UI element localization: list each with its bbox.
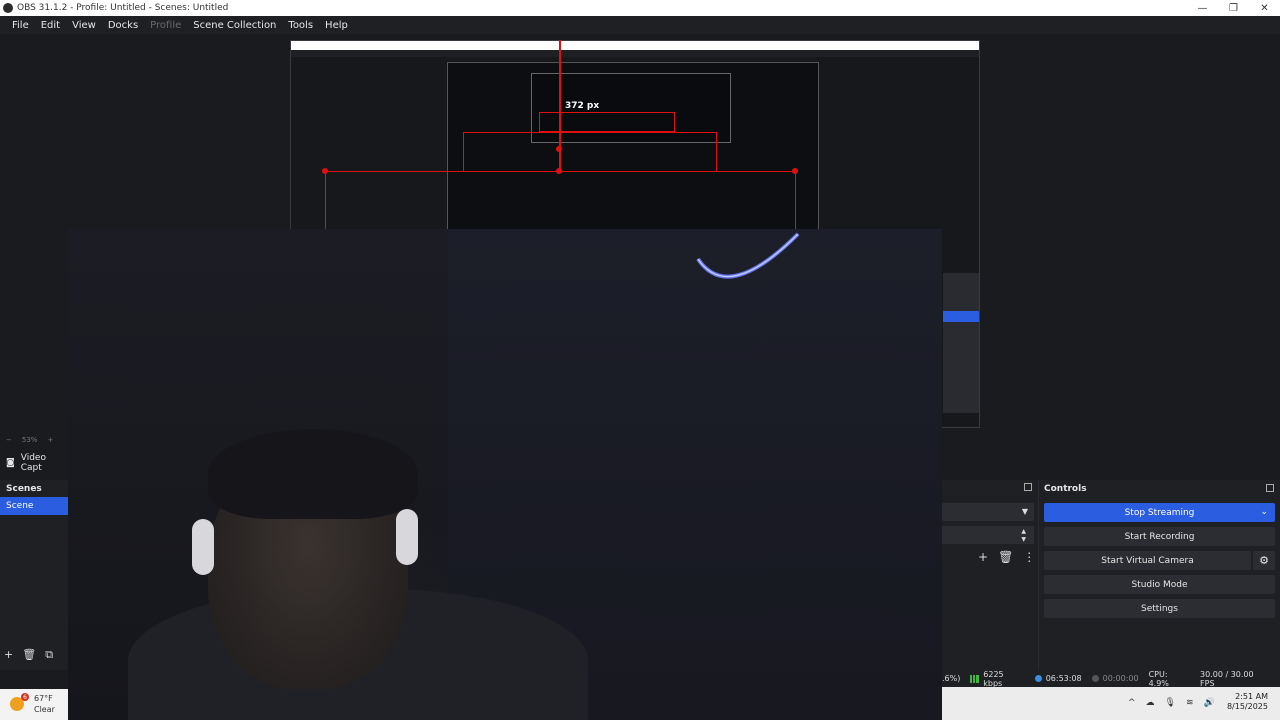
headphone-right xyxy=(396,509,418,565)
selection-handle-left[interactable] xyxy=(322,168,328,174)
scenes-dock-title: Scenes xyxy=(6,483,42,494)
fps-status: 30.00 / 30.00 FPS xyxy=(1200,669,1254,688)
studio-mode-button[interactable]: Studio Mode xyxy=(1044,575,1275,594)
dock-float-icon[interactable] xyxy=(1266,484,1274,492)
filter-icon[interactable]: ⧉ xyxy=(45,648,53,662)
spin-up-icon[interactable]: ▲ xyxy=(1021,528,1026,535)
trash-icon[interactable]: 🗑 xyxy=(22,648,36,662)
nested-side-active xyxy=(943,311,979,322)
mic-icon[interactable]: 🎙 xyxy=(1165,698,1176,708)
window-title: OBS 31.1.2 - Profile: Untitled - Scenes:… xyxy=(17,3,229,13)
stop-streaming-label: Stop Streaming xyxy=(1124,507,1195,518)
neon-light-strip xyxy=(696,232,800,279)
source-item-label: Video Capt xyxy=(20,453,46,473)
menu-scene-collection[interactable]: Scene Collection xyxy=(187,20,282,31)
selection-mid-box xyxy=(463,132,717,172)
controls-dock: Controls Stop Streaming ⌄ Start Recordin… xyxy=(1038,480,1280,670)
trash-icon[interactable]: 🗑 xyxy=(998,550,1013,564)
menu-docks[interactable]: Docks xyxy=(102,20,144,31)
start-virtual-camera-button[interactable]: Start Virtual Camera xyxy=(1044,551,1251,570)
preview-zoom-row: − 53% + xyxy=(0,434,53,446)
selection-handle-top[interactable] xyxy=(556,168,562,174)
minimize-button[interactable]: — xyxy=(1187,0,1218,16)
selection-handle-center[interactable] xyxy=(556,146,562,152)
menu-edit[interactable]: Edit xyxy=(35,20,66,31)
recording-time-status: 00:00:00 xyxy=(1091,674,1139,683)
nested-titlebar xyxy=(291,41,979,50)
menu-bar: File Edit View Docks Profile Scene Colle… xyxy=(0,16,1280,34)
bitrate-status: 6225 kbps xyxy=(970,670,1024,688)
zoom-in-button[interactable]: + xyxy=(47,436,53,444)
wifi-icon[interactable]: ≋ xyxy=(1186,698,1194,708)
obs-logo-icon xyxy=(3,3,13,13)
gear-icon[interactable]: ⚙ xyxy=(1253,551,1275,570)
chevron-up-icon[interactable]: ^ xyxy=(1128,698,1136,708)
menu-file[interactable]: File xyxy=(6,20,35,31)
menu-view[interactable]: View xyxy=(66,20,102,31)
weather-condition: Clear xyxy=(34,705,55,714)
zoom-level: 53% xyxy=(21,436,38,444)
measure-label: 372 px xyxy=(565,101,600,111)
webcam-video-capture[interactable] xyxy=(68,229,942,720)
clock-time: 2:51 AM xyxy=(1235,692,1268,701)
nested-menubar xyxy=(291,50,979,57)
spin-down-icon[interactable]: ▼ xyxy=(1021,536,1026,543)
scenes-dock: Scenes Scene + 🗑 ⧉ xyxy=(0,480,68,670)
nested-side-panel xyxy=(943,273,979,413)
bitrate-value: 6225 kbps xyxy=(983,669,1004,688)
chevron-down-icon[interactable]: ⌄ xyxy=(1260,507,1268,517)
duration-spinbox[interactable]: ▲ ▼ xyxy=(942,526,1034,544)
controls-dock-title: Controls xyxy=(1044,483,1087,494)
selection-inner-box xyxy=(539,112,675,132)
scene-transitions-dock: ▼ ▲ ▼ + 🗑 ⋮ xyxy=(942,480,1038,670)
scene-list-item[interactable]: Scene xyxy=(0,497,68,515)
maximize-button[interactable]: ❐ xyxy=(1218,0,1249,16)
stop-streaming-button[interactable]: Stop Streaming ⌄ xyxy=(1044,503,1275,522)
selection-outer-box[interactable] xyxy=(325,171,796,229)
stream-time-status: 06:53:08 xyxy=(1034,674,1082,683)
start-recording-button[interactable]: Start Recording xyxy=(1044,527,1275,546)
add-scene-icon[interactable]: + xyxy=(4,648,13,662)
system-tray: ^ ☁ 🎙 ≋ 🔊 xyxy=(1128,698,1215,708)
cpu-usage: CPU: 4.9% xyxy=(1148,669,1169,688)
clock-date: 8/15/2025 xyxy=(1226,702,1268,711)
windows-taskbar: ^ ☁ 🎙 ≋ 🔊 2:51 AM 8/15/2025 xyxy=(942,687,1280,720)
person-hair xyxy=(208,429,418,519)
taskbar-clock[interactable]: 2:51 AM 8/15/2025 xyxy=(1227,692,1268,712)
close-button[interactable]: ✕ xyxy=(1249,0,1280,16)
notification-badge: 6 xyxy=(21,693,29,701)
menu-tools[interactable]: Tools xyxy=(282,20,319,31)
camera-icon: ◙ xyxy=(6,458,15,468)
settings-button[interactable]: Settings xyxy=(1044,599,1275,618)
zoom-out-button[interactable]: − xyxy=(6,436,12,444)
status-bar: .6%) 6225 kbps 06:53:08 00:00:00 CPU: 4.… xyxy=(942,669,1280,688)
stream-time-value: 06:53:08 xyxy=(1045,674,1082,683)
window-titlebar: OBS 31.1.2 - Profile: Untitled - Scenes:… xyxy=(0,0,1280,16)
live-icon xyxy=(1034,675,1042,682)
menu-profile[interactable]: Profile xyxy=(144,20,187,31)
more-options-icon[interactable]: ⋮ xyxy=(1023,550,1035,564)
signal-bars-icon xyxy=(970,674,980,683)
taskbar-weather[interactable]: 6 67°F Clear xyxy=(0,689,68,720)
recording-time-value: 00:00:00 xyxy=(1102,674,1139,683)
transition-dropdown[interactable]: ▼ xyxy=(942,503,1034,521)
chevron-down-icon: ▼ xyxy=(1021,507,1028,516)
network-icon[interactable]: ☁ xyxy=(1146,698,1155,708)
menu-help[interactable]: Help xyxy=(319,20,354,31)
record-icon xyxy=(1091,675,1099,682)
dropped-frames: .6%) xyxy=(942,674,961,683)
dock-float-icon[interactable] xyxy=(1024,483,1032,491)
weather-temperature: 67°F xyxy=(34,694,53,703)
speaker-icon[interactable]: 🔊 xyxy=(1204,698,1215,708)
selection-handle-right[interactable] xyxy=(792,168,798,174)
add-transition-icon[interactable]: + xyxy=(978,550,988,564)
source-item[interactable]: ◙ Video Capt xyxy=(0,452,68,474)
headphone-left xyxy=(192,519,214,575)
